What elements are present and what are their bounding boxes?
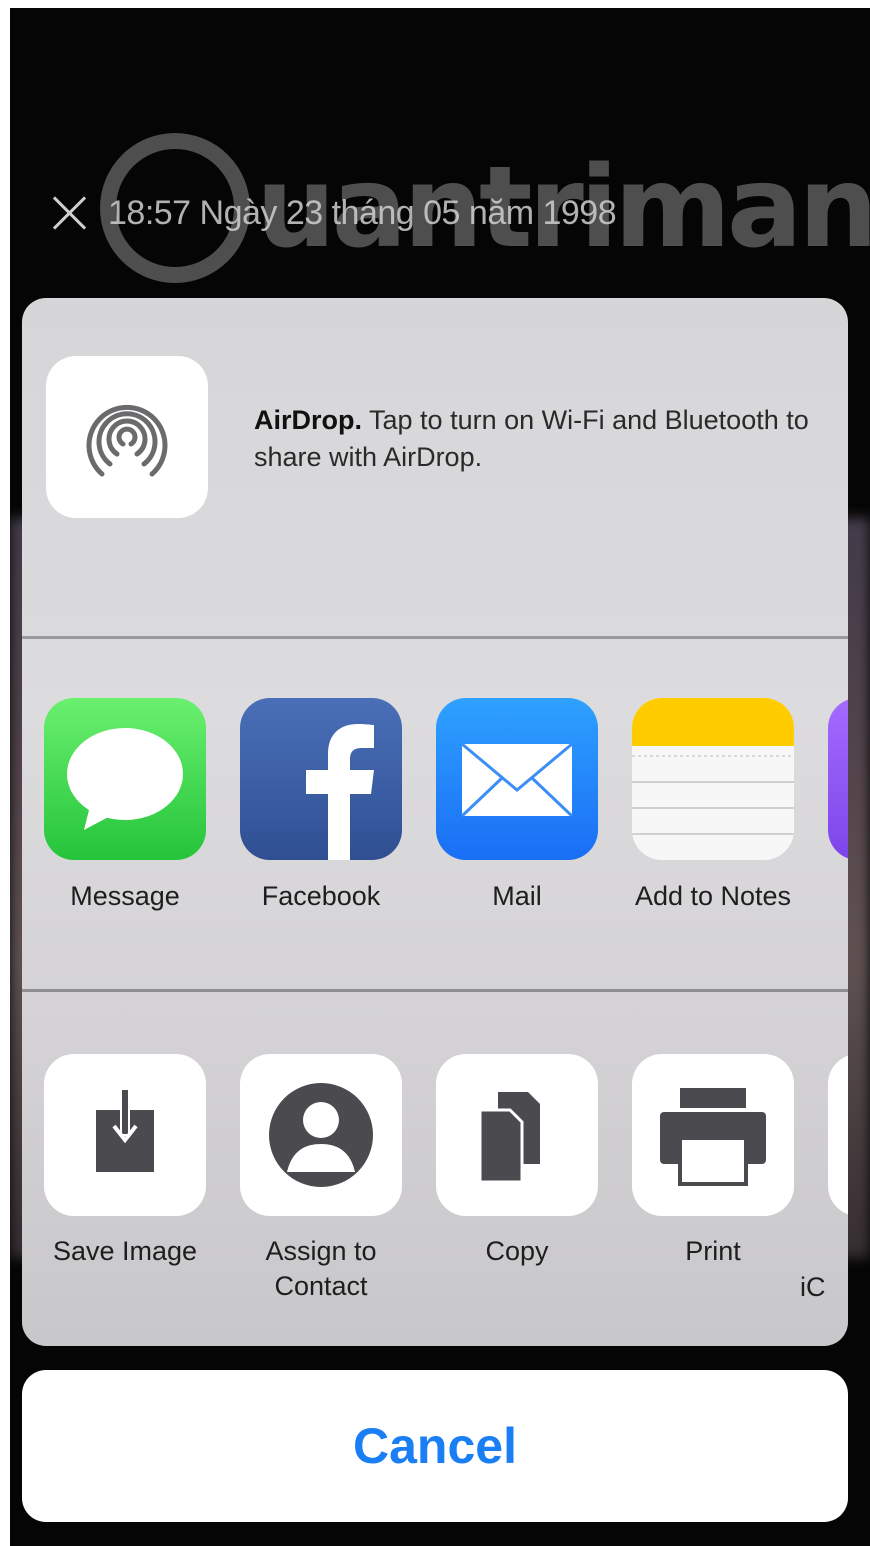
message-app-button[interactable] — [44, 698, 206, 860]
photo-viewer-header: 18:57 Ngày 23 tháng 05 năm 1998 — [50, 178, 830, 248]
copy-button[interactable] — [436, 1054, 598, 1216]
close-icon[interactable] — [50, 193, 90, 233]
action-label-print: Print — [685, 1236, 741, 1266]
facebook-app-button[interactable] — [240, 698, 402, 860]
save-image-icon — [96, 1090, 154, 1172]
airdrop-description: AirDrop. Tap to turn on Wi-Fi and Blueto… — [254, 402, 814, 476]
airdrop-icon — [86, 404, 168, 482]
share-sheet: AirDrop. Tap to turn on Wi-Fi and Blueto… — [22, 298, 848, 1346]
more-action-button[interactable] — [828, 1054, 848, 1216]
share-actions-row: Save Image Assign to Contact Copy Print — [22, 992, 848, 1346]
messages-icon — [67, 728, 183, 830]
action-label-assign-to-contact: Assign to Contact — [265, 1236, 377, 1301]
photo-date: 18:57 Ngày 23 tháng 05 năm 1998 — [108, 193, 617, 232]
mail-app-button[interactable] — [436, 698, 598, 860]
app-label-message: Message — [70, 881, 180, 911]
facebook-icon — [306, 724, 374, 860]
copy-icon — [478, 1092, 540, 1184]
assign-to-contact-button[interactable] — [240, 1054, 402, 1216]
print-button[interactable] — [632, 1054, 794, 1216]
more-app-button[interactable] — [828, 698, 848, 860]
app-label-facebook: Facebook — [261, 881, 381, 911]
save-image-button[interactable] — [44, 1054, 206, 1216]
airdrop-button[interactable] — [46, 356, 208, 518]
action-label-copy: Copy — [485, 1236, 549, 1266]
app-label-mail: Mail — [492, 881, 542, 911]
airdrop-title: AirDrop. — [254, 405, 362, 435]
print-icon — [660, 1088, 766, 1186]
share-apps-row: Message Facebook Mail Add to Notes — [22, 639, 848, 992]
app-label-notes: Add to Notes — [634, 881, 792, 911]
action-label-save-image: Save Image — [52, 1236, 198, 1266]
cancel-button[interactable]: Cancel — [22, 1370, 848, 1522]
notes-app-button[interactable] — [632, 698, 794, 860]
airdrop-section: AirDrop. Tap to turn on Wi-Fi and Blueto… — [22, 298, 848, 639]
mail-icon — [460, 742, 574, 818]
notes-icon — [632, 698, 794, 835]
contact-icon — [269, 1083, 373, 1187]
action-label-partial: iC — [800, 1272, 826, 1302]
